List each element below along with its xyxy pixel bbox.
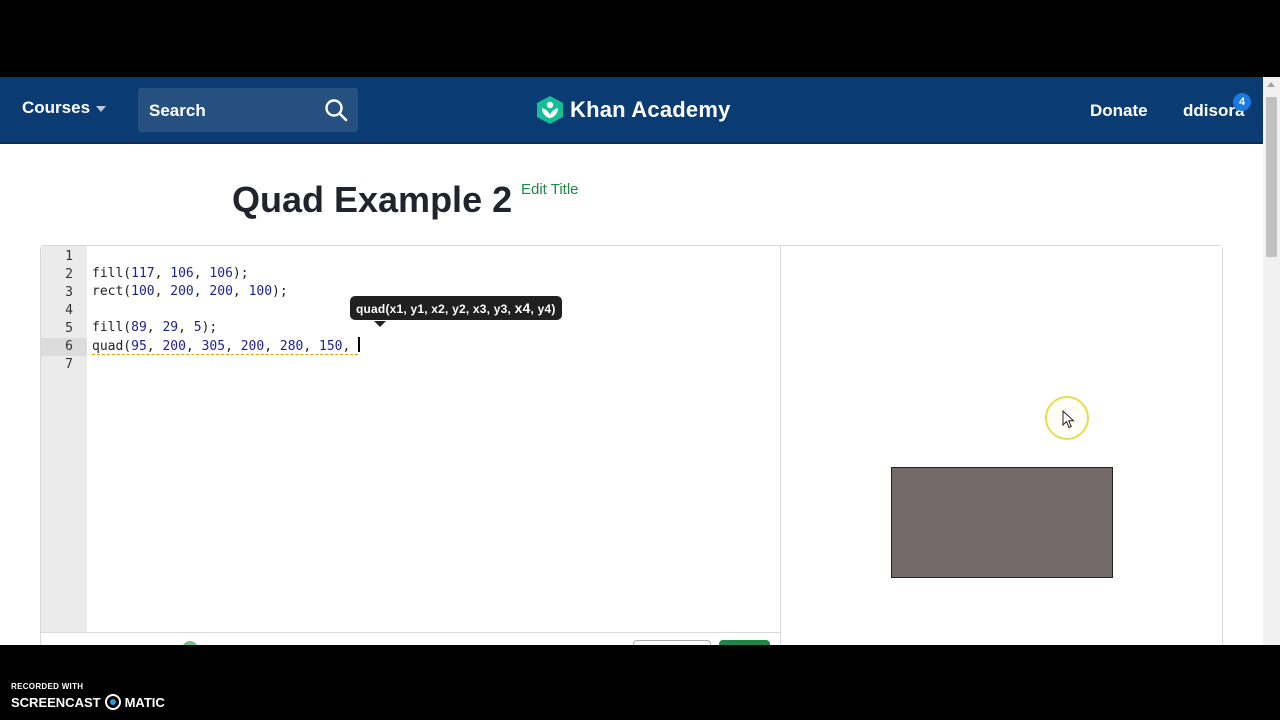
- search-placeholder: Search: [149, 101, 206, 120]
- line-number: 2: [65, 267, 73, 282]
- line-number: 7: [65, 357, 73, 372]
- line-number-gutter: 1 2 3 4 5 6 7: [41, 246, 87, 632]
- code-editor-panel: 1 2 3 4 5 6 7 fill(117, 106, 106); rect(…: [40, 245, 1223, 645]
- output-canvas[interactable]: [781, 246, 1222, 645]
- logo-text-right: MATIC: [124, 694, 165, 710]
- mouse-pointer-icon: [1062, 410, 1075, 429]
- code-line[interactable]: quad(95, 200, 305, 200, 280, 150,: [92, 337, 360, 355]
- top-black-band: [0, 0, 1280, 77]
- line-number: 5: [65, 321, 73, 336]
- courses-menu[interactable]: Courses: [22, 98, 107, 118]
- code-line[interactable]: fill(117, 106, 106);: [92, 265, 249, 283]
- tooltip-suffix: , y4): [530, 302, 556, 316]
- main-content: Quad Example 2 Edit Title 1 2 3 4 5 6 7 …: [0, 144, 1263, 645]
- edit-title-link[interactable]: Edit Title: [521, 181, 579, 198]
- tooltip-prefix: quad(x1, y1, x2, y2, x3, y3,: [356, 302, 515, 316]
- code-line[interactable]: rect(100, 200, 200, 100);: [92, 283, 288, 301]
- page-title: Quad Example 2: [232, 179, 513, 220]
- search-icon[interactable]: [324, 98, 348, 122]
- scroll-thumb[interactable]: [1266, 97, 1277, 257]
- search-input[interactable]: Search: [138, 88, 358, 132]
- line-number: 4: [65, 303, 73, 318]
- tooltip-arrow: [374, 321, 386, 327]
- drawn-rectangle: [891, 467, 1113, 578]
- chevron-down-icon: [96, 106, 107, 112]
- recorded-with-label: RECORDED WITH: [11, 682, 84, 691]
- brand-name: Khan Academy: [570, 97, 731, 122]
- recorder-footer: RECORDED WITH SCREENCAST MATIC: [0, 645, 1280, 720]
- navbar: Courses Search Khan Academy Donate ddiso…: [0, 77, 1263, 144]
- record-icon: [104, 694, 121, 710]
- line-number: 3: [65, 285, 73, 300]
- tooltip-current-param: x4: [514, 300, 531, 316]
- notification-badge[interactable]: 4: [1233, 93, 1251, 111]
- scroll-up-arrow-icon[interactable]: [1267, 82, 1275, 87]
- line-number: 1: [65, 249, 73, 264]
- logo-text-left: SCREENCAST: [11, 694, 101, 710]
- khan-academy-logo[interactable]: Khan Academy: [536, 95, 731, 125]
- screencast-matic-logo: SCREENCAST MATIC: [11, 694, 165, 710]
- khan-leaf-icon: [537, 96, 563, 124]
- courses-label: Courses: [22, 98, 91, 117]
- page-scrollbar[interactable]: [1263, 77, 1280, 645]
- parameter-hint-tooltip: quad(x1, y1, x2, y2, x3, y3, x4, y4): [350, 296, 562, 320]
- line-number: 6: [65, 339, 73, 354]
- code-line[interactable]: fill(89, 29, 5);: [92, 319, 217, 337]
- text-cursor: [358, 337, 360, 352]
- donate-link[interactable]: Donate: [1090, 101, 1148, 121]
